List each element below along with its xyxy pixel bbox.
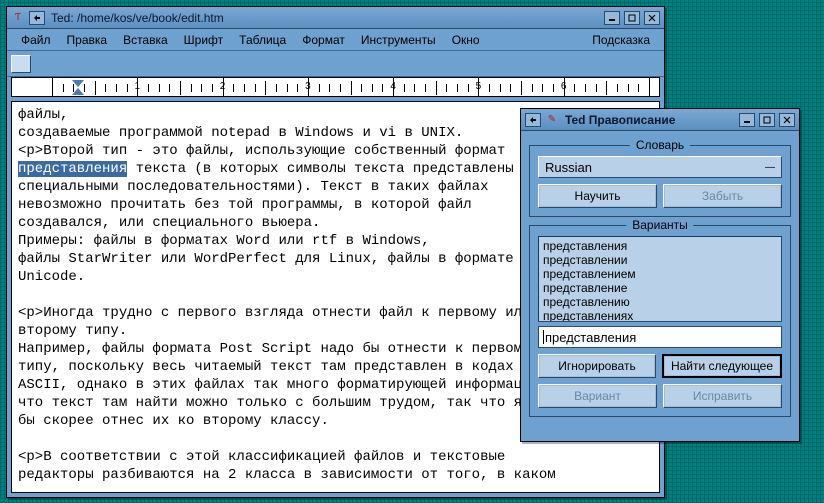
editor-titlebar[interactable]: Ƭ Ted: /home/kos/ve/book/edit.htm <box>7 7 664 29</box>
ruler-number: 4 <box>390 81 396 92</box>
menu-format[interactable]: Формат <box>294 31 353 49</box>
menu-edit[interactable]: Правка <box>59 31 116 49</box>
spellcheck-window: ✎ Ted Правописание Словарь Russian — Нау… <box>520 108 800 442</box>
doc-line: редакторы разбиваются на 2 класса в зави… <box>18 466 653 484</box>
variant-option[interactable]: представлениях <box>541 309 779 322</box>
ruler-number: 1 <box>135 81 141 92</box>
toolbar <box>7 51 664 77</box>
app-icon: Ƭ <box>11 11 25 25</box>
dictionary-group: Словарь Russian — Научить Забыть <box>529 145 791 217</box>
dictionary-dropdown[interactable]: Russian — <box>538 156 782 178</box>
minimize-button[interactable] <box>604 11 620 25</box>
ruler-number: 2 <box>220 81 226 92</box>
menu-font[interactable]: Шрифт <box>176 31 231 49</box>
ruler-number: 6 <box>561 81 567 92</box>
menu-tools[interactable]: Инструменты <box>353 31 444 49</box>
forget-button[interactable]: Забыть <box>663 184 782 208</box>
close-button[interactable] <box>644 11 660 25</box>
correction-input[interactable]: представления <box>538 326 782 348</box>
ruler-area: 1 2 3 4 5 6 <box>7 77 664 101</box>
spell-app-icon: ✎ <box>545 113 559 127</box>
variants-group: Варианты представленияпредставлениипредс… <box>529 225 791 417</box>
ruler-number: 3 <box>305 81 311 92</box>
toolbar-button[interactable] <box>11 55 31 73</box>
menu-help[interactable]: Подсказка <box>584 31 658 49</box>
variant-option[interactable]: представление <box>541 281 779 295</box>
window-title: Ted: /home/kos/ve/book/edit.htm <box>49 11 600 25</box>
correct-button[interactable]: Исправить <box>663 384 782 408</box>
spell-body: Словарь Russian — Научить Забыть Вариант… <box>521 131 799 433</box>
spell-minimize-button[interactable] <box>739 113 755 127</box>
spell-maximize-button[interactable] <box>759 113 775 127</box>
ignore-button[interactable]: Игнорировать <box>538 354 656 378</box>
variant-option[interactable]: представлению <box>541 295 779 309</box>
variant-button[interactable]: Вариант <box>538 384 657 408</box>
selected-word: представления <box>18 161 127 177</box>
dictionary-value: Russian <box>545 160 592 175</box>
pin-icon[interactable] <box>525 113 541 127</box>
variant-option[interactable]: представлением <box>541 267 779 281</box>
find-next-button[interactable]: Найти следующее <box>662 354 782 378</box>
menu-insert[interactable]: Вставка <box>115 31 176 49</box>
spell-titlebar[interactable]: ✎ Ted Правописание <box>521 109 799 131</box>
spell-close-button[interactable] <box>779 113 795 127</box>
menubar: Файл Правка Вставка Шрифт Таблица Формат… <box>7 29 664 51</box>
variant-option[interactable]: представлении <box>541 253 779 267</box>
ruler[interactable]: 1 2 3 4 5 6 <box>11 77 660 97</box>
correction-value: представления <box>545 330 636 345</box>
menu-window[interactable]: Окно <box>444 31 488 49</box>
menu-file[interactable]: Файл <box>13 31 59 49</box>
variants-group-label: Варианты <box>626 218 693 232</box>
pin-icon[interactable] <box>29 11 45 25</box>
chevron-down-icon: — <box>765 162 775 173</box>
menu-table[interactable]: Таблица <box>231 31 294 49</box>
spell-window-title: Ted Правописание <box>563 113 735 127</box>
learn-button[interactable]: Научить <box>538 184 657 208</box>
dictionary-group-label: Словарь <box>630 138 690 152</box>
variants-list[interactable]: представленияпредставлениипредставлением… <box>538 236 782 322</box>
doc-line: <p>В соответствии с этой классификацией … <box>18 448 653 466</box>
variant-option[interactable]: представления <box>541 239 779 253</box>
ruler-number: 5 <box>476 81 482 92</box>
maximize-button[interactable] <box>624 11 640 25</box>
